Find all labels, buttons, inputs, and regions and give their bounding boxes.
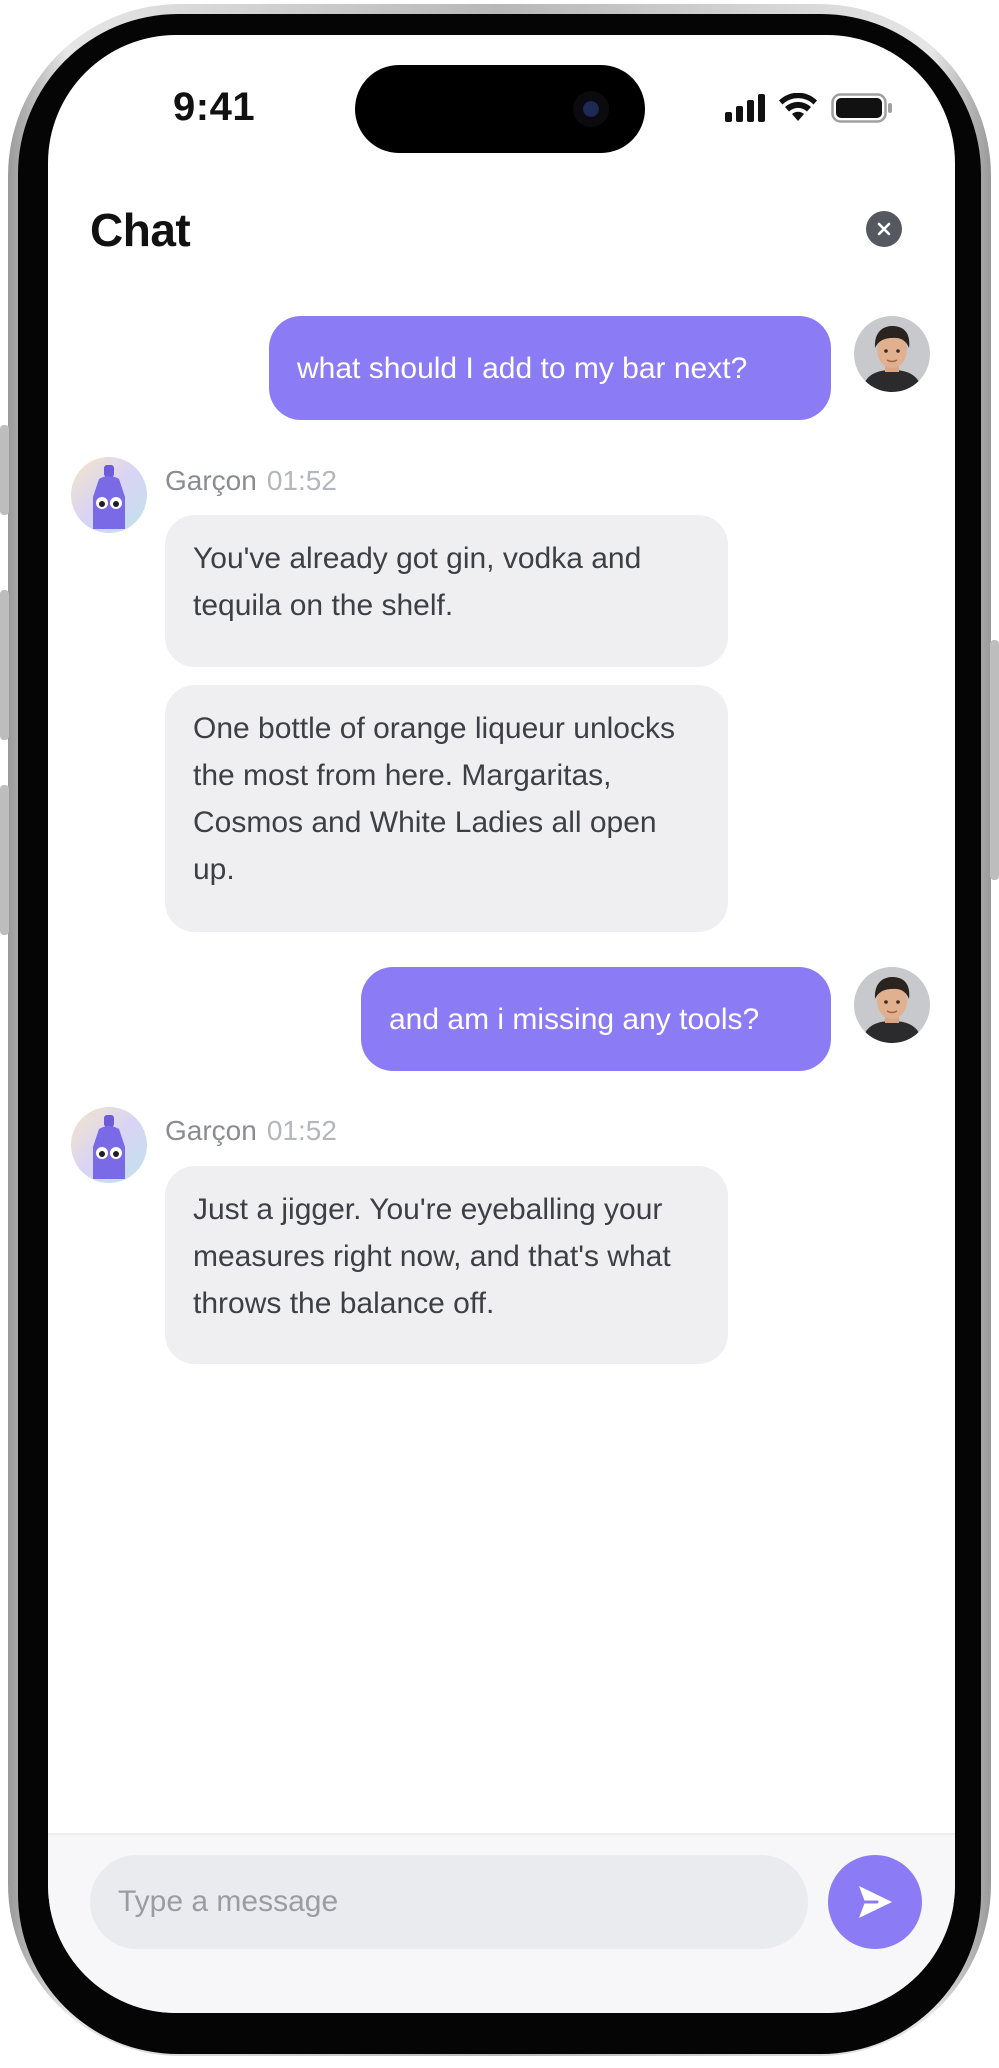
- power-button: [990, 640, 999, 880]
- message-meta: Garçon 01:52: [165, 465, 337, 497]
- action-button: [0, 425, 9, 515]
- assistant-message-text: Just a jigger. You're eyeballing your me…: [193, 1193, 671, 1320]
- page-title: Chat: [90, 204, 191, 256]
- user-message-text: what should I add to my bar next?: [297, 351, 748, 385]
- volume-down-button: [0, 785, 9, 935]
- garcon-bottle-avatar[interactable]: [71, 457, 147, 533]
- message-time: 01:52: [266, 1115, 337, 1146]
- send-button[interactable]: [828, 1855, 922, 1949]
- phone-screen: 9:41 Chat what should I add to my bar ne…: [48, 35, 955, 2013]
- sender-name: Garçon: [165, 1115, 257, 1146]
- user-message-text: and am i missing any tools?: [389, 1002, 760, 1036]
- message-time: 01:52: [266, 465, 337, 496]
- cellular-signal-icon: [725, 94, 765, 122]
- close-icon: [877, 222, 891, 236]
- front-camera: [573, 91, 609, 127]
- assistant-message-text: One bottle of orange liqueur unlocks the…: [193, 712, 675, 886]
- garcon-bottle-avatar[interactable]: [71, 1107, 147, 1183]
- assistant-message-bubble: Just a jigger. You're eyeballing your me…: [165, 1166, 728, 1364]
- composer-divider: [48, 1833, 955, 1835]
- close-button[interactable]: [866, 211, 902, 247]
- assistant-message-text: You've already got gin, vodka and tequil…: [193, 542, 642, 622]
- assistant-message-bubble: One bottle of orange liqueur unlocks the…: [165, 685, 728, 932]
- user-avatar[interactable]: [854, 316, 930, 392]
- message-input[interactable]: [90, 1855, 808, 1949]
- assistant-message-bubble: You've already got gin, vodka and tequil…: [165, 515, 728, 667]
- user-avatar[interactable]: [854, 967, 930, 1043]
- sender-name: Garçon: [165, 465, 257, 496]
- dynamic-island: [355, 65, 645, 153]
- status-time: 9:41: [173, 85, 256, 129]
- battery-icon: [831, 93, 892, 123]
- wifi-icon: [779, 93, 817, 121]
- message-meta: Garçon 01:52: [165, 1115, 337, 1147]
- status-icons: [725, 93, 893, 123]
- send-icon: [859, 1886, 892, 1918]
- user-message-bubble: and am i missing any tools?: [361, 967, 831, 1071]
- user-message-bubble: what should I add to my bar next?: [269, 316, 831, 420]
- volume-up-button: [0, 590, 9, 740]
